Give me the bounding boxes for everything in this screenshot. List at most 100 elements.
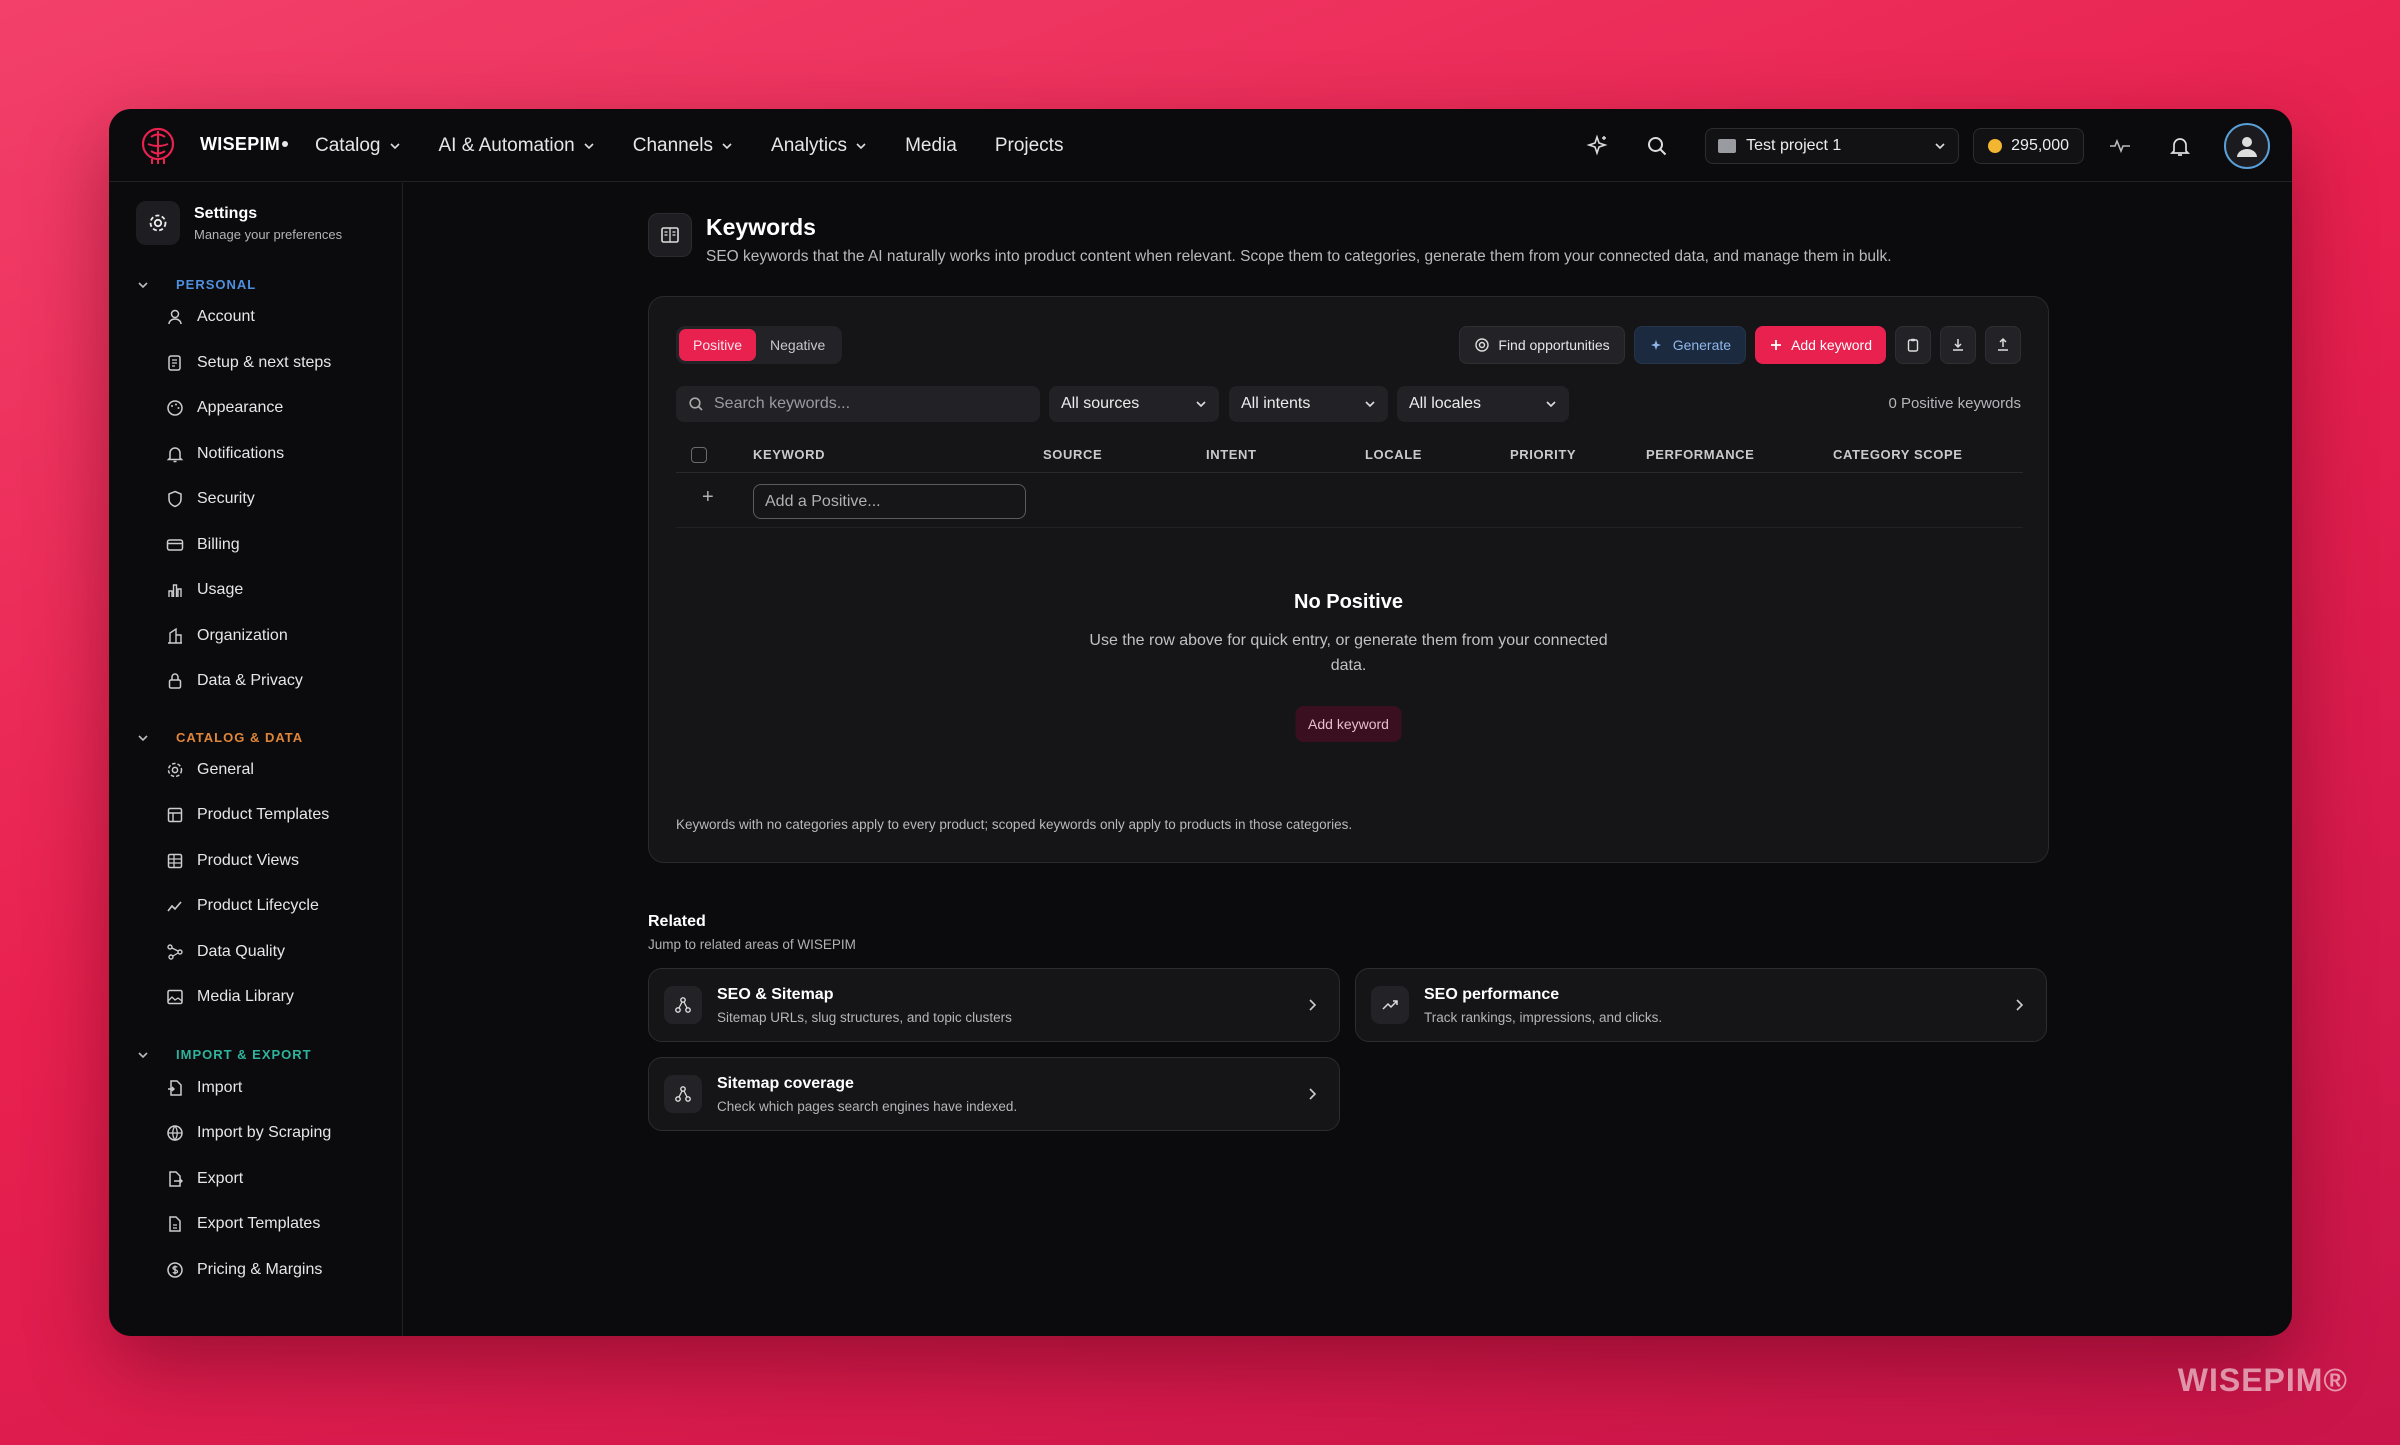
section-personal[interactable]: PERSONAL	[136, 277, 256, 292]
credits-badge[interactable]: 295,000	[1973, 127, 2084, 164]
chevron-right-icon	[2016, 999, 2024, 1011]
user-icon	[168, 309, 182, 325]
add-keyword-button[interactable]: Add keyword	[1755, 326, 1886, 364]
related-title: Related	[648, 913, 706, 930]
tab-negative[interactable]: Negative	[756, 329, 839, 361]
related-card-title: SEO performance	[1424, 985, 1560, 1003]
nav-projects[interactable]: Projects	[995, 135, 1064, 157]
project-selector[interactable]: Test project 1	[1705, 127, 1960, 164]
keyword-search-field[interactable]: Search keywords...	[676, 386, 1040, 422]
file-import-icon	[168, 1080, 182, 1096]
tab-positive[interactable]: Positive	[679, 329, 757, 361]
related-card-sitemap-coverage[interactable]: Sitemap coverage Check which pages searc…	[648, 1057, 1340, 1131]
keyword-type-toggle: Positive Negative	[676, 326, 843, 364]
find-opportunities-button[interactable]: Find opportunities	[1459, 326, 1625, 364]
sidebar-item-export-templates[interactable]: Export Templates	[165, 1214, 320, 1234]
select-all-checkbox[interactable]	[691, 447, 707, 463]
brand-name[interactable]: WISEPIM	[200, 134, 289, 155]
column-performance[interactable]: PERFORMANCE	[1646, 447, 1754, 462]
sitemap-icon	[664, 986, 702, 1024]
download-button[interactable]	[1940, 326, 1976, 364]
sidebar-item-notifications[interactable]: Notifications	[165, 444, 284, 464]
sidebar-item-export[interactable]: Export	[165, 1169, 243, 1189]
sidebar-item-general[interactable]: General	[165, 760, 254, 780]
credits-value: 295,000	[2011, 136, 2069, 154]
chevron-down-icon	[722, 142, 732, 149]
search-icon[interactable]	[1645, 134, 1669, 158]
sidebar-item-pricing-margins[interactable]: Pricing & Margins	[165, 1260, 322, 1280]
target-icon	[1475, 338, 1490, 352]
source-filter[interactable]: All sources	[1049, 386, 1219, 422]
sidebar-item-account[interactable]: Account	[165, 307, 255, 327]
chevron-down-icon	[1365, 401, 1375, 408]
nav-channels[interactable]: Channels	[633, 135, 733, 157]
clipboard-button[interactable]	[1895, 326, 1931, 364]
column-locale[interactable]: LOCALE	[1365, 447, 1422, 462]
watermark-brand: WISEPIM®	[2177, 1362, 2348, 1398]
generate-button[interactable]: Generate	[1633, 326, 1747, 364]
search-icon	[689, 397, 703, 411]
sidebar-item-media-library[interactable]: Media Library	[165, 987, 294, 1007]
nav-ai-automation[interactable]: AI & Automation	[439, 135, 595, 157]
column-source[interactable]: SOURCE	[1043, 447, 1102, 462]
sidebar-item-appearance[interactable]: Appearance	[165, 398, 283, 418]
chevron-down-icon	[1546, 401, 1556, 408]
sidebar-item-security[interactable]: Security	[165, 489, 255, 509]
sidebar-item-import-scraping[interactable]: Import by Scraping	[165, 1123, 331, 1143]
trend-line-icon	[167, 901, 182, 912]
sparkles-icon[interactable]	[1585, 133, 1609, 158]
column-priority[interactable]: PRIORITY	[1510, 447, 1576, 462]
section-catalog-data[interactable]: CATALOG & DATA	[136, 730, 303, 745]
column-category-scope[interactable]: CATEGORY SCOPE	[1833, 447, 1963, 462]
upload-button[interactable]	[1985, 326, 2021, 364]
sidebar-item-setup[interactable]: Setup & next steps	[165, 353, 331, 373]
building-icon	[168, 627, 182, 644]
keyword-actions: Find opportunities Generate Add keyword	[1459, 326, 2021, 364]
nav-media[interactable]: Media	[905, 135, 957, 157]
file-template-icon	[169, 1216, 181, 1232]
keywords-card: Positive Negative Find opportunities Gen…	[648, 296, 2049, 863]
main-nav: Catalog AI & Automation Channels Analyti…	[315, 109, 1101, 182]
related-card-seo-performance[interactable]: SEO performance Track rankings, impressi…	[1355, 968, 2047, 1042]
search-placeholder: Search keywords...	[714, 395, 851, 412]
bell-icon[interactable]	[2168, 134, 2192, 158]
intent-filter[interactable]: All intents	[1229, 386, 1388, 422]
brain-logo-icon[interactable]	[137, 125, 179, 167]
sidebar-item-product-lifecycle[interactable]: Product Lifecycle	[165, 896, 319, 916]
related-card-title: Sitemap coverage	[717, 1074, 854, 1092]
column-intent[interactable]: INTENT	[1206, 447, 1257, 462]
coin-icon	[1988, 138, 2003, 153]
related-card-title: SEO & Sitemap	[717, 985, 834, 1003]
keywords-footnote: Keywords with no categories apply to eve…	[676, 817, 1353, 832]
checklist-icon	[168, 355, 181, 371]
sidebar-item-billing[interactable]: Billing	[165, 535, 240, 555]
sidebar-item-organization[interactable]: Organization	[165, 626, 288, 646]
chevron-down-icon	[1196, 401, 1206, 408]
settings-subtitle: Manage your preferences	[194, 226, 343, 242]
settings-header: Settings Manage your preferences	[136, 201, 342, 245]
related-card-seo-sitemap[interactable]: SEO & Sitemap Sitemap URLs, slug structu…	[648, 968, 1340, 1042]
column-keyword[interactable]: KEYWORD	[753, 447, 825, 462]
user-avatar[interactable]	[2224, 122, 2270, 169]
sidebar-item-data-privacy[interactable]: Data & Privacy	[165, 671, 303, 691]
quick-add-row: +	[676, 474, 2023, 528]
project-name: Test project 1	[1746, 136, 1842, 154]
chevron-down-icon	[584, 142, 594, 149]
empty-add-keyword-button[interactable]: Add keyword	[1295, 706, 1402, 742]
add-keyword-input[interactable]	[753, 484, 1026, 519]
lock-icon	[168, 673, 182, 689]
sidebar-item-product-templates[interactable]: Product Templates	[165, 805, 329, 825]
activity-icon[interactable]	[2108, 134, 2132, 158]
trending-up-icon	[1371, 986, 1409, 1024]
sidebar-item-product-views[interactable]: Product Views	[165, 851, 299, 871]
nav-catalog[interactable]: Catalog	[315, 135, 401, 157]
nav-analytics[interactable]: Analytics	[771, 135, 867, 157]
section-import-export[interactable]: IMPORT & EXPORT	[136, 1047, 312, 1062]
plus-icon	[1771, 340, 1782, 350]
sidebar-item-usage[interactable]: Usage	[165, 580, 243, 600]
sidebar-item-data-quality[interactable]: Data Quality	[165, 942, 285, 962]
sidebar-item-import[interactable]: Import	[165, 1078, 242, 1098]
plus-icon[interactable]: +	[702, 486, 714, 509]
chevron-down-icon	[389, 142, 400, 149]
locale-filter[interactable]: All locales	[1397, 386, 1569, 422]
